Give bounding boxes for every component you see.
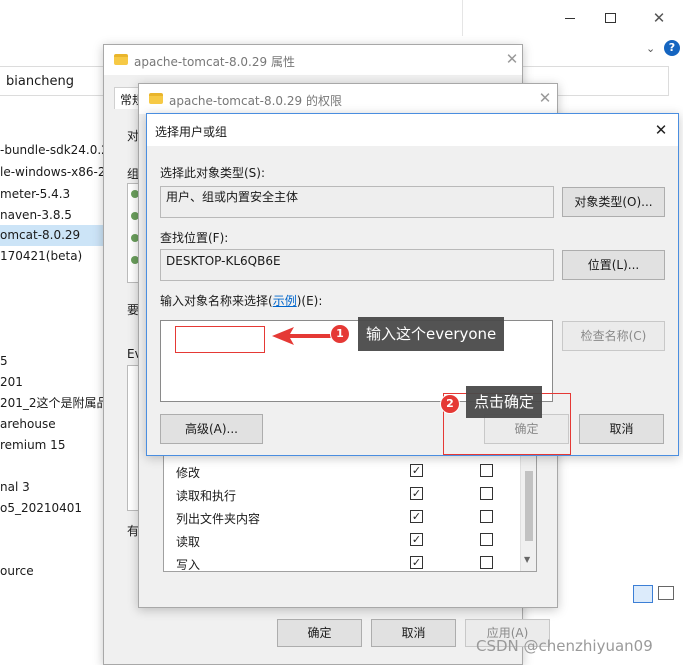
- object-types-button[interactable]: 对象类型(O)...: [562, 187, 665, 217]
- sidebar-item[interactable]: ource: [0, 561, 104, 582]
- sidebar-item[interactable]: o5_20210401: [0, 498, 104, 519]
- permission-label: 读取和执行: [176, 489, 237, 503]
- enter-object-label: 输入对象名称来选择(示例)(E):: [160, 292, 322, 309]
- explorer-titlebar: [0, 0, 683, 36]
- allow-checkbox[interactable]: ✓: [410, 533, 423, 546]
- step1-arrow-icon: [272, 327, 332, 345]
- sidebar-item[interactable]: meter-5.4.3: [0, 184, 104, 205]
- step2-callout: 点击确定: [466, 386, 543, 418]
- sidebar-item[interactable]: omcat-8.0.29: [0, 225, 104, 246]
- permissions-list: 完全控制✓修改✓读取和执行✓列出文件夹内容✓读取✓写入✓ ▼: [163, 440, 537, 572]
- maximize-button[interactable]: [605, 13, 616, 23]
- select-cancel-button[interactable]: 取消: [579, 414, 664, 444]
- check-names-button[interactable]: 检查名称(C): [562, 321, 665, 351]
- chevron-down-icon[interactable]: ⌄: [646, 42, 655, 55]
- sidebar-item[interactable]: -bundle-sdk24.0.2: [0, 140, 104, 161]
- examples-link[interactable]: 示例: [273, 294, 297, 308]
- select-users-close-button[interactable]: ✕: [651, 120, 671, 140]
- advanced-button[interactable]: 高级(A)...: [160, 414, 263, 444]
- sidebar-item[interactable]: arehouse: [0, 414, 104, 435]
- explorer-close-button[interactable]: ✕: [649, 8, 669, 28]
- sidebar-item[interactable]: 5: [0, 351, 104, 372]
- permissions-title: apache-tomcat-8.0.29 的权限: [169, 94, 342, 108]
- address-text: biancheng: [6, 74, 74, 89]
- scroll-thumb[interactable]: [525, 471, 533, 541]
- properties-titlebar: apache-tomcat-8.0.29 属性 ✕: [104, 45, 522, 75]
- perm-scrollbar[interactable]: ▼: [520, 441, 536, 571]
- locations-button[interactable]: 位置(L)...: [562, 250, 665, 280]
- location-value: DESKTOP-KL6QB6E: [166, 254, 281, 268]
- step1-highlight-box: [175, 326, 265, 353]
- address-bar[interactable]: biancheng: [0, 66, 104, 96]
- allow-checkbox[interactable]: ✓: [410, 464, 423, 477]
- step2-badge: 2: [440, 394, 460, 414]
- object-type-label: 选择此对象类型(S):: [160, 166, 266, 180]
- permission-label: 写入: [176, 558, 201, 572]
- minimize-icon: [565, 18, 575, 19]
- sidebar-item[interactable]: 201_2这个是附属品: [0, 393, 104, 414]
- step1-badge: 1: [330, 324, 350, 344]
- permission-row: 读取 ✓: [164, 529, 520, 551]
- permissions-titlebar: apache-tomcat-8.0.29 的权限 ✕: [139, 84, 557, 114]
- select-users-dialog: 选择用户或组 ✕ 选择此对象类型(S): 用户、组或内置安全主体 对象类型(O)…: [146, 113, 679, 456]
- sidebar-item[interactable]: 201: [0, 372, 104, 393]
- sidebar-item[interactable]: 170421(beta): [0, 246, 104, 267]
- select-users-title: 选择用户或组: [155, 125, 228, 139]
- details-view-icon[interactable]: [633, 585, 653, 603]
- object-type-value: 用户、组或内置安全主体: [166, 190, 299, 204]
- properties-ok-button[interactable]: 确定: [277, 619, 362, 647]
- permission-row: 修改 ✓: [164, 460, 520, 482]
- permission-label: 列出文件夹内容: [176, 512, 261, 526]
- deny-checkbox[interactable]: [480, 487, 493, 500]
- permission-label: 修改: [176, 466, 201, 480]
- enter-object-label-suffix: )(E):: [296, 294, 323, 308]
- permission-row: 写入 ✓: [164, 552, 520, 572]
- allow-checkbox[interactable]: ✓: [410, 556, 423, 569]
- deny-checkbox[interactable]: [480, 510, 493, 523]
- allow-checkbox[interactable]: ✓: [410, 487, 423, 500]
- tiles-view-icon[interactable]: [658, 586, 674, 600]
- permission-row: 读取和执行 ✓: [164, 483, 520, 505]
- location-label: 查找位置(F):: [160, 231, 229, 245]
- location-field: DESKTOP-KL6QB6E: [160, 249, 554, 281]
- deny-checkbox[interactable]: [480, 556, 493, 569]
- properties-cancel-button[interactable]: 取消: [371, 619, 456, 647]
- properties-title: apache-tomcat-8.0.29 属性: [134, 55, 295, 69]
- minimize-button[interactable]: [560, 8, 580, 28]
- sidebar-item[interactable]: le-windows-x86-20: [0, 162, 104, 183]
- scroll-down-icon[interactable]: ▼: [524, 555, 530, 564]
- deny-checkbox[interactable]: [480, 533, 493, 546]
- object-type-field: 用户、组或内置安全主体: [160, 186, 554, 218]
- deny-checkbox[interactable]: [480, 464, 493, 477]
- sidebar-item[interactable]: remium 15: [0, 435, 104, 456]
- allow-checkbox[interactable]: ✓: [410, 510, 423, 523]
- enter-object-label-prefix: 输入对象名称来选择(: [160, 294, 273, 308]
- permission-row: 列出文件夹内容 ✓: [164, 506, 520, 528]
- help-icon[interactable]: ?: [664, 40, 680, 56]
- permissions-close-button[interactable]: ✕: [535, 88, 555, 108]
- folder-icon: [114, 54, 128, 65]
- select-users-titlebar: 选择用户或组 ✕: [147, 114, 678, 146]
- sidebar-item[interactable]: nal 3: [0, 477, 104, 498]
- permission-label: 读取: [176, 535, 201, 549]
- watermark: CSDN @chenzhiyuan09: [476, 637, 653, 655]
- vertical-divider: [462, 0, 463, 36]
- properties-close-button[interactable]: ✕: [502, 49, 522, 69]
- sidebar-item[interactable]: naven-3.8.5: [0, 205, 104, 226]
- folder-icon: [149, 93, 163, 104]
- step1-callout: 输入这个everyone: [358, 317, 505, 351]
